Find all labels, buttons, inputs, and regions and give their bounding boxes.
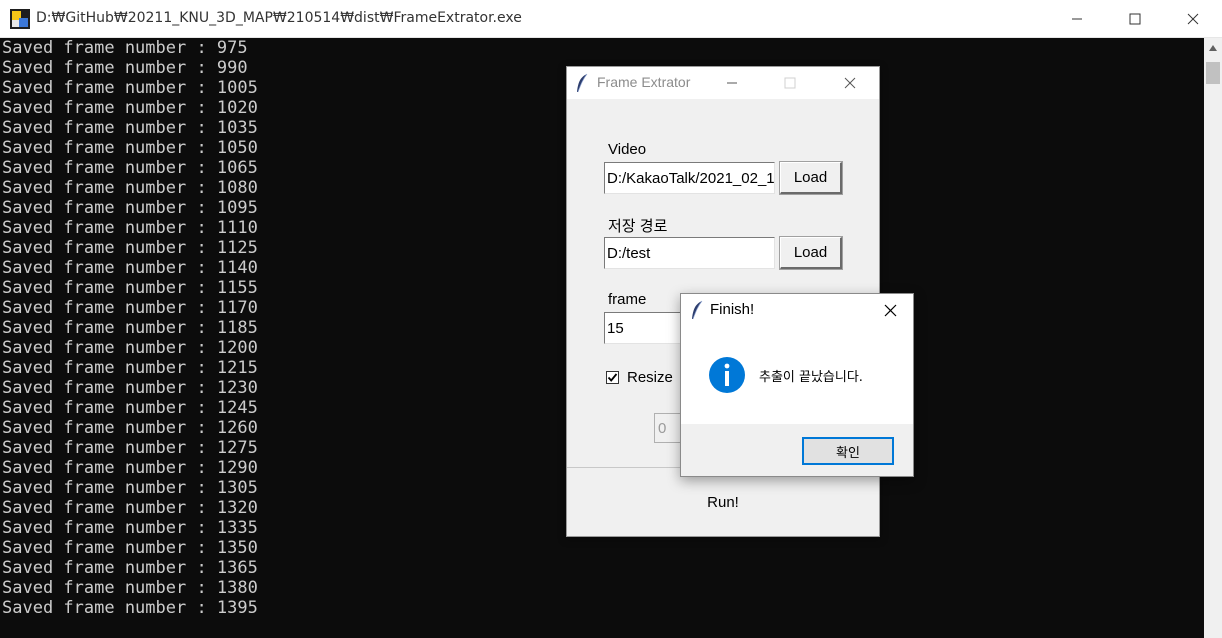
console-line: Saved frame number : 1350 <box>2 538 258 558</box>
console-line: Saved frame number : 1335 <box>2 518 258 538</box>
dialog-titlebar: Finish! <box>681 294 913 326</box>
app-minimize-button[interactable] <box>709 67 755 99</box>
finish-dialog: Finish! 추출이 끝났습니다. 확인 <box>680 293 914 477</box>
feather-icon <box>577 73 588 93</box>
app-maximize-button[interactable] <box>767 67 813 99</box>
console-line: Saved frame number : 1365 <box>2 558 258 578</box>
console-line: Saved frame number : 1080 <box>2 178 258 198</box>
console-app-icon <box>10 9 30 29</box>
console-line: Saved frame number : 1065 <box>2 158 258 178</box>
console-line: Saved frame number : 1095 <box>2 198 258 218</box>
console-line: Saved frame number : 1050 <box>2 138 258 158</box>
console-line: Saved frame number : 1185 <box>2 318 258 338</box>
save-path-input[interactable]: D:/test <box>604 237 775 269</box>
console-line: Saved frame number : 1155 <box>2 278 258 298</box>
console-line: Saved frame number : 1140 <box>2 258 258 278</box>
console-line: Saved frame number : 1275 <box>2 438 258 458</box>
close-icon <box>884 304 896 316</box>
dialog-message: 추출이 끝났습니다. <box>759 370 863 385</box>
resize-checkbox[interactable] <box>606 371 619 384</box>
maximize-icon <box>784 77 796 89</box>
frame-interval-input[interactable]: 15 <box>604 312 684 344</box>
console-line: Saved frame number : 1260 <box>2 418 258 438</box>
console-line: Saved frame number : 1170 <box>2 298 258 318</box>
ok-button[interactable]: 확인 <box>802 437 894 465</box>
console-line: Saved frame number : 975 <box>2 38 248 58</box>
close-button[interactable] <box>1164 0 1222 38</box>
maximize-button[interactable] <box>1106 0 1164 38</box>
app-titlebar: Frame Extrator <box>567 67 879 99</box>
console-titlebar: D:₩GitHub₩20211_KNU_3D_MAP₩210514₩dist₩F… <box>0 0 1222 38</box>
console-line: Saved frame number : 1230 <box>2 378 258 398</box>
console-line: Saved frame number : 1380 <box>2 578 258 598</box>
minimize-icon <box>727 82 737 84</box>
dialog-footer: 확인 <box>681 424 913 476</box>
minimize-icon <box>1072 18 1082 20</box>
minimize-button[interactable] <box>1048 0 1106 38</box>
console-line: Saved frame number : 1110 <box>2 218 258 238</box>
save-load-button[interactable]: Load <box>779 236 843 270</box>
console-title: D:₩GitHub₩20211_KNU_3D_MAP₩210514₩dist₩F… <box>36 10 522 26</box>
console-line: Saved frame number : 1125 <box>2 238 258 258</box>
console-line: Saved frame number : 1005 <box>2 78 258 98</box>
app-close-button[interactable] <box>827 67 873 99</box>
video-label: Video <box>608 141 647 158</box>
save-path-label: 저장 경로 <box>608 218 668 235</box>
frame-label: frame <box>608 291 647 308</box>
console-line: Saved frame number : 1395 <box>2 598 258 618</box>
console-line: Saved frame number : 1035 <box>2 118 258 138</box>
console-line: Saved frame number : 1215 <box>2 358 258 378</box>
scroll-up-button[interactable] <box>1204 38 1222 58</box>
close-icon <box>844 77 856 89</box>
console-line: Saved frame number : 1320 <box>2 498 258 518</box>
app-title: Frame Extrator <box>597 74 691 90</box>
scroll-thumb[interactable] <box>1206 62 1220 84</box>
dialog-close-button[interactable] <box>867 294 913 326</box>
console-scrollbar[interactable] <box>1204 38 1222 638</box>
maximize-icon <box>1129 13 1141 25</box>
console-line: Saved frame number : 1305 <box>2 478 258 498</box>
checkmark-icon <box>607 373 618 382</box>
video-path-input[interactable]: D:/KakaoTalk/2021_02_1 <box>604 162 775 194</box>
video-load-button[interactable]: Load <box>779 161 843 195</box>
feather-icon <box>692 300 703 320</box>
chevron-up-icon <box>1209 45 1217 51</box>
console-line: Saved frame number : 1200 <box>2 338 258 358</box>
close-icon <box>1187 13 1199 25</box>
resize-label: Resize <box>627 369 673 386</box>
info-icon <box>709 357 745 393</box>
console-line: Saved frame number : 1020 <box>2 98 258 118</box>
console-line: Saved frame number : 1245 <box>2 398 258 418</box>
dialog-title: Finish! <box>710 301 755 318</box>
console-line: Saved frame number : 990 <box>2 58 248 78</box>
console-line: Saved frame number : 1290 <box>2 458 258 478</box>
run-button[interactable]: Run! <box>569 469 877 535</box>
